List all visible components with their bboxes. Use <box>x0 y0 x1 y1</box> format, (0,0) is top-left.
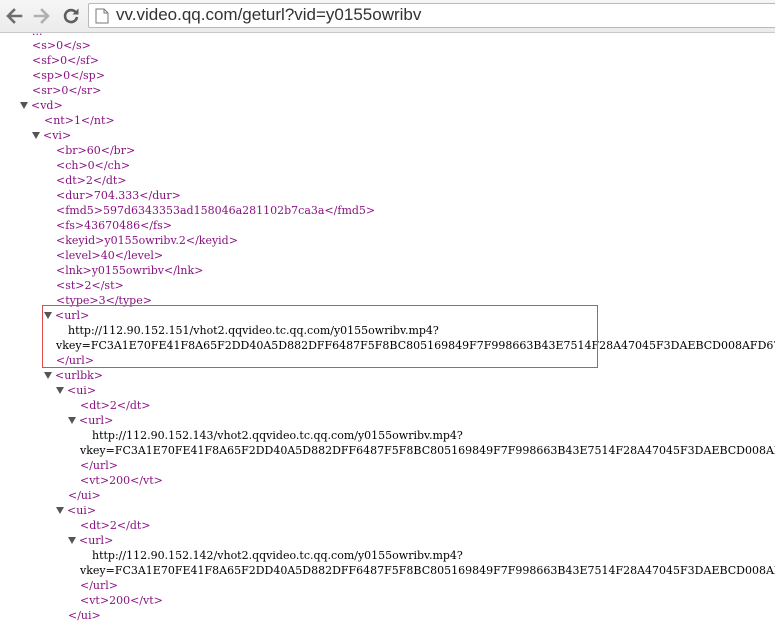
xml-line-fs: <fs>43670486</fs> <box>56 219 172 232</box>
xml-line-sp: <sp>0</sp> <box>32 69 105 82</box>
xml-line-dt: <dt>2</dt> <box>80 519 151 532</box>
xml-line-dt: <dt>2</dt> <box>56 174 127 187</box>
xml-line-st: <st>2</st> <box>56 279 124 292</box>
xml-line-keyid: <keyid>y0155owribv.2</keyid> <box>56 234 238 247</box>
xml-tag-ui-open: <ui> <box>67 504 97 517</box>
xml-line-br: <br>60</br> <box>56 144 136 157</box>
xml-url-text-line2: vkey=FC3A1E70FE41F8A65F2DD40A5D882DFF648… <box>80 564 775 577</box>
xml-line-lnk: <lnk>y0155owribv</lnk> <box>56 264 204 277</box>
xml-tag-vi-open: <vi> <box>43 129 72 142</box>
xml-tag-ui-close: </ui> <box>68 609 101 622</box>
xml-tag-urlbk-open: <urlbk> <box>55 369 104 382</box>
xml-tag-url-open: <url> <box>79 534 114 547</box>
collapse-triangle-icon[interactable] <box>68 417 76 424</box>
xml-line-dt: <dt>2</dt> <box>80 399 151 412</box>
collapse-triangle-icon[interactable] <box>32 132 40 139</box>
xml-tag-url-open: <url> <box>79 414 114 427</box>
xml-line-fmd5: <fmd5>597d6343353ad158046a281102b7ca3a</… <box>56 204 376 217</box>
address-bar[interactable]: vv.video.qq.com/geturl?vid=y0155owribv <box>88 3 775 28</box>
collapse-triangle-icon[interactable] <box>56 507 64 514</box>
collapse-triangle-icon[interactable] <box>56 387 64 394</box>
xml-tag-vd-open: <vd> <box>31 99 63 112</box>
xml-line-dur: <dur>704.333</dur> <box>56 189 181 202</box>
xml-url-text-line1: http://112.90.152.143/vhot2.qqvideo.tc.q… <box>92 429 463 442</box>
xml-node-vi[interactable]: <vi> <box>32 128 71 143</box>
xml-line-sf: <sf>0</sf> <box>32 54 100 67</box>
forward-button[interactable] <box>30 4 54 28</box>
xml-node-urlbk[interactable]: <urlbk> <box>44 368 103 383</box>
xml-line-nt: <nt>1</nt> <box>44 114 115 127</box>
xml-tag-ui-close: </ui> <box>68 489 101 502</box>
xml-tag-url-close: </url> <box>80 459 119 472</box>
xml-node-url[interactable]: <url> <box>68 533 113 548</box>
url-text[interactable]: vv.video.qq.com/geturl?vid=y0155owribv <box>116 5 421 25</box>
collapse-triangle-icon[interactable] <box>20 102 28 109</box>
xml-line-ch: <ch>0</ch> <box>56 159 131 172</box>
xml-line-level: <level>40</level> <box>56 249 164 262</box>
reload-icon <box>63 8 79 24</box>
back-arrow-icon <box>6 8 23 24</box>
highlight-box <box>42 305 598 368</box>
xml-line-vt: <vt>200</vt> <box>80 594 163 607</box>
forward-arrow-icon <box>33 8 50 24</box>
reload-button[interactable] <box>59 4 83 28</box>
xml-node-ui[interactable]: <ui> <box>56 383 96 398</box>
xml-url-text-line1: http://112.90.152.142/vhot2.qqvideo.tc.q… <box>92 549 463 562</box>
xml-node-url[interactable]: <url> <box>68 413 113 428</box>
xml-tag-url-close: </url> <box>80 579 119 592</box>
xml-line-s: <s>0</s> <box>32 39 91 52</box>
browser-toolbar: vv.video.qq.com/geturl?vid=y0155owribv <box>0 0 775 33</box>
xml-node-vd[interactable]: <vd> <box>20 98 63 113</box>
collapse-triangle-icon[interactable] <box>44 372 52 379</box>
xml-line-sr: <sr>0</sr> <box>32 84 102 97</box>
page-icon <box>95 8 109 24</box>
xml-line-vt: <vt>200</vt> <box>80 474 163 487</box>
xml-node-ui[interactable]: <ui> <box>56 503 96 518</box>
collapse-triangle-icon[interactable] <box>68 537 76 544</box>
back-button[interactable] <box>2 4 26 28</box>
xml-tag-ui-open: <ui> <box>67 384 97 397</box>
xml-url-text-line2: vkey=FC3A1E70FE41F8A65F2DD40A5D882DFF648… <box>80 444 775 457</box>
